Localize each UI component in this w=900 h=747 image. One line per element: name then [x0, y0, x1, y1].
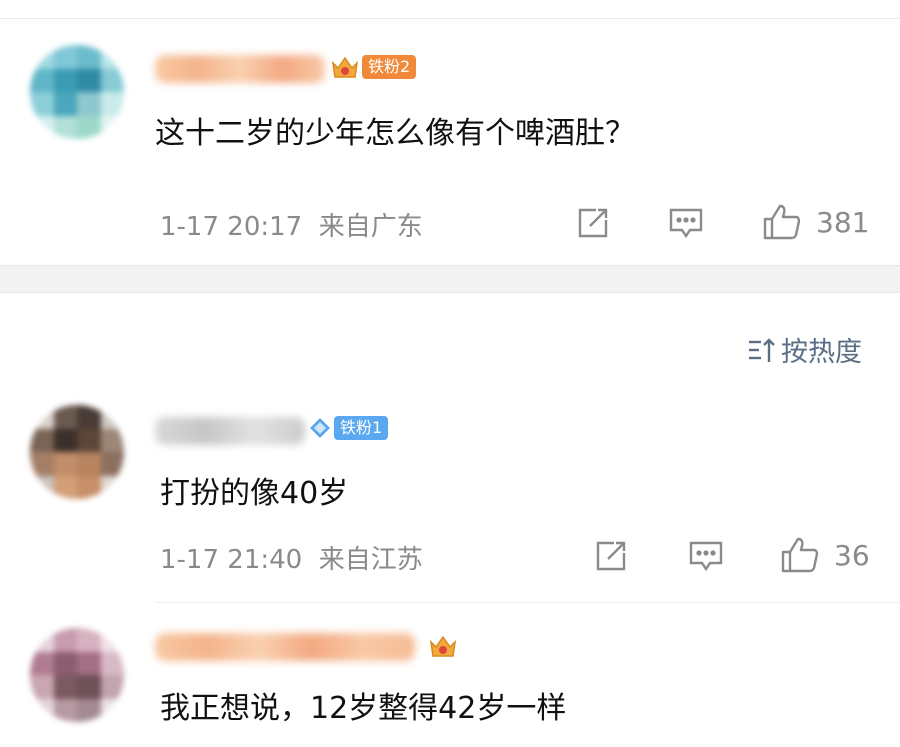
comment-text: 这十二岁的少年怎么像有个啤酒肚？	[155, 116, 635, 151]
sort-by-hot-button[interactable]: 按热度	[747, 330, 862, 369]
sort-icon	[749, 337, 775, 362]
section-divider	[0, 265, 900, 293]
username-blurred[interactable]	[155, 55, 325, 83]
reply-button[interactable]	[668, 206, 704, 240]
sort-label: 按热度	[781, 337, 862, 368]
fan-badge	[428, 631, 458, 661]
avatar[interactable]	[30, 628, 124, 722]
reply-button[interactable]	[688, 539, 724, 573]
avatar[interactable]	[30, 45, 124, 139]
share-icon	[596, 541, 626, 571]
comment-icon	[669, 208, 703, 239]
fan-badge-label: 铁粉2	[362, 55, 417, 79]
like-count: 381	[816, 205, 870, 239]
share-button[interactable]	[594, 539, 628, 573]
like-icon	[763, 204, 801, 240]
comment-text: 我正想说，12岁整得42岁一样	[160, 691, 567, 726]
comment-meta: 1-17 21:40 来自江苏	[160, 539, 423, 576]
like-count: 36	[834, 538, 870, 572]
comment-item-1: 铁粉2 这十二岁的少年怎么像有个啤酒肚？ 1-17 20:17 来自广东 381	[0, 0, 900, 265]
like-button[interactable]: 36	[780, 536, 870, 574]
comment-icon	[689, 541, 723, 572]
comment-location: 来自广东	[318, 212, 423, 242]
fan-badge: 铁粉1	[308, 416, 389, 440]
fan-badge: 铁粉2	[330, 52, 417, 82]
share-button[interactable]	[576, 206, 610, 240]
username-blurred[interactable]	[155, 633, 415, 661]
crown-icon	[429, 635, 457, 657]
crown-icon	[331, 56, 359, 78]
comment-item-2: 铁粉1 打扮的像40岁 1-17 21:40 来自江苏 36	[0, 380, 900, 600]
fan-badge-label: 铁粉1	[334, 416, 389, 440]
comment-text: 打扮的像40岁	[160, 476, 349, 511]
share-icon	[578, 208, 608, 238]
comment-time: 1-17 20:17	[160, 212, 303, 242]
diamond-icon	[310, 418, 330, 438]
username-blurred[interactable]	[155, 417, 305, 445]
comment-item-3: 我正想说，12岁整得42岁一样	[0, 603, 900, 747]
like-button[interactable]: 381	[762, 203, 869, 241]
comment-meta: 1-17 20:17 来自广东	[160, 206, 423, 243]
like-icon	[781, 537, 819, 573]
comment-time: 1-17 21:40	[160, 545, 303, 575]
comment-location: 来自江苏	[318, 545, 423, 575]
avatar[interactable]	[30, 405, 124, 499]
